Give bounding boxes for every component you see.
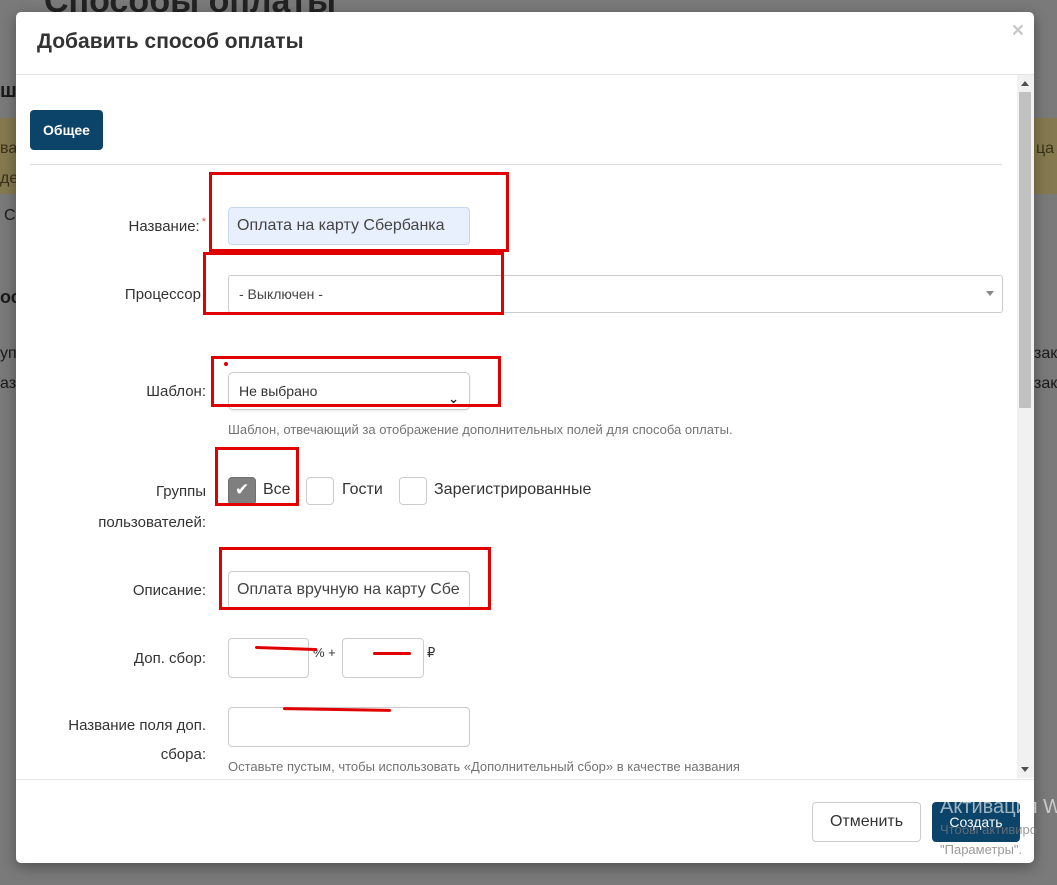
template-select[interactable]: Не выбрано ⌄ — [228, 372, 470, 410]
modal-body: Общее Название: * Оплата на карту Сбербан… — [16, 75, 1034, 778]
modal-scrollbar[interactable] — [1017, 75, 1034, 778]
template-help-text: Шаблон, отвечающий за отображение дополн… — [228, 422, 733, 437]
background-text: ш — [0, 80, 17, 102]
background-text: аз — [0, 375, 17, 392]
background-text: уп — [0, 345, 17, 362]
user-groups-label-line1: Группы — [156, 483, 206, 500]
template-label: Шаблон: — [146, 383, 206, 400]
name-label-text: Название: — [128, 218, 200, 235]
fee-name-label: Название поля доп. сбора: — [16, 711, 206, 769]
annotation-dot — [224, 362, 228, 366]
activation-watermark-line: Чтобы активиро — [940, 822, 1038, 837]
fee-percent-input[interactable] — [228, 638, 309, 678]
modal-header: Добавить способ оплаты × — [16, 12, 1034, 75]
group-all-label[interactable]: Все — [263, 481, 291, 499]
add-payment-method-modal: Добавить способ оплаты × Общее Название:… — [16, 12, 1034, 863]
name-label: Название: * — [16, 211, 206, 242]
cancel-button[interactable]: Отменить — [812, 802, 921, 842]
group-guests-label[interactable]: Гости — [342, 481, 383, 499]
fee-currency-unit: ₽ — [427, 645, 436, 660]
dropdown-arrow-icon — [986, 291, 994, 296]
group-all-checkbox[interactable]: ✔ — [228, 477, 256, 505]
processor-select[interactable]: - Выключен - — [228, 275, 1003, 313]
fee-name-help-text: Оставьте пустым, чтобы использовать «Доп… — [228, 759, 740, 774]
group-registered-label[interactable]: Зарегистрированные — [434, 481, 591, 499]
tab-divider — [30, 164, 1002, 165]
background-text: ца — [1036, 140, 1055, 157]
background-text: С — [4, 207, 16, 224]
modal-footer: Отменить Создать — [16, 779, 1034, 863]
description-input[interactable]: Оплата вручную на карту Сбе — [228, 571, 470, 609]
annotation-scribble — [373, 652, 411, 655]
chevron-down-icon: ⌄ — [448, 391, 459, 406]
processor-select-value: - Выключен - — [239, 286, 323, 302]
fee-name-label-line2: сбора: — [160, 746, 206, 763]
background-text: зак — [1034, 375, 1057, 392]
user-groups-label-line2: пользователей: — [98, 514, 206, 531]
checkmark-icon: ✔ — [235, 480, 250, 499]
fee-fixed-input[interactable] — [342, 638, 424, 678]
scroll-down-arrow-icon[interactable] — [1021, 767, 1029, 772]
template-select-value: Не выбрано — [239, 383, 318, 399]
group-guests-checkbox[interactable] — [306, 477, 334, 505]
fee-label: Доп. сбор: — [133, 650, 206, 667]
background-text: ва — [0, 140, 18, 157]
close-icon[interactable]: × — [1012, 20, 1024, 41]
required-asterisk: * — [201, 216, 206, 228]
fee-percent-unit: % + — [313, 645, 336, 660]
fee-name-input[interactable] — [228, 707, 470, 747]
name-input[interactable]: Оплата на карту Сбербанка — [228, 207, 470, 245]
processor-label: Процессор — [124, 286, 201, 303]
fee-name-label-line1: Название поля доп. — [68, 717, 206, 734]
group-registered-checkbox[interactable] — [399, 477, 427, 505]
description-label: Описание: — [132, 582, 206, 599]
activation-watermark-title: Активация W — [940, 796, 1057, 818]
scrollbar-thumb[interactable] — [1019, 92, 1031, 408]
scroll-up-arrow-icon[interactable] — [1021, 81, 1029, 86]
activation-watermark-line: "Параметры". — [940, 842, 1023, 857]
user-groups-label: Группы пользователей: — [16, 476, 206, 538]
tab-general[interactable]: Общее — [30, 110, 103, 150]
background-text: зак — [1034, 345, 1057, 362]
modal-title: Добавить способ оплаты — [37, 30, 304, 53]
